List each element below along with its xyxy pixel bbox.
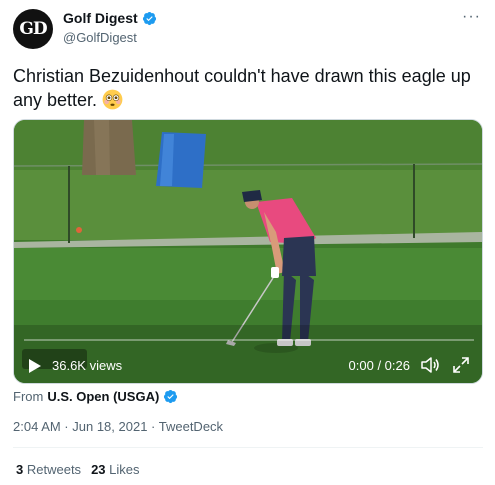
fullscreen-icon[interactable]: [452, 356, 470, 374]
video-time: 0:00 / 0:26: [348, 358, 410, 373]
author-name-row[interactable]: Golf Digest: [63, 10, 157, 26]
tweet-timestamp[interactable]: 2:04 AM · Jun 18, 2021 · TweetDeck: [13, 419, 223, 434]
more-options-icon[interactable]: ···: [462, 8, 481, 26]
video-source: From U.S. Open (USGA): [13, 389, 178, 404]
view-count: 36.6K views: [52, 358, 123, 373]
engagement-stats: 3 Retweets 23 Likes: [16, 462, 140, 477]
volume-icon[interactable]: [420, 356, 440, 374]
author-display-name[interactable]: Golf Digest: [63, 10, 138, 26]
divider: [13, 447, 483, 448]
source-name[interactable]: U.S. Open (USGA): [47, 389, 159, 404]
flushed-face-emoji: [102, 89, 123, 110]
source-prefix: From: [13, 389, 44, 404]
retweets-label: Retweets: [26, 462, 82, 477]
retweets-count: 3: [16, 462, 24, 477]
play-icon[interactable]: [28, 358, 42, 374]
video-player[interactable]: 36.6K views 0:00 / 0:26: [13, 119, 483, 384]
tweet-body: Christian Bezuidenhout couldn't have dra…: [13, 66, 471, 110]
avatar-logo-text: GD: [19, 19, 47, 39]
retweets-stat[interactable]: 3 Retweets: [16, 462, 81, 477]
tweet-text: Christian Bezuidenhout couldn't have dra…: [13, 64, 483, 112]
video-frame: [14, 120, 482, 383]
avatar[interactable]: GD: [13, 9, 53, 49]
likes-stat[interactable]: 23 Likes: [91, 462, 139, 477]
verified-badge-icon: [164, 389, 178, 404]
verified-badge-icon: [142, 11, 156, 25]
author-handle[interactable]: @GolfDigest: [63, 30, 137, 45]
likes-count: 23: [91, 462, 106, 477]
likes-label: Likes: [109, 462, 140, 477]
